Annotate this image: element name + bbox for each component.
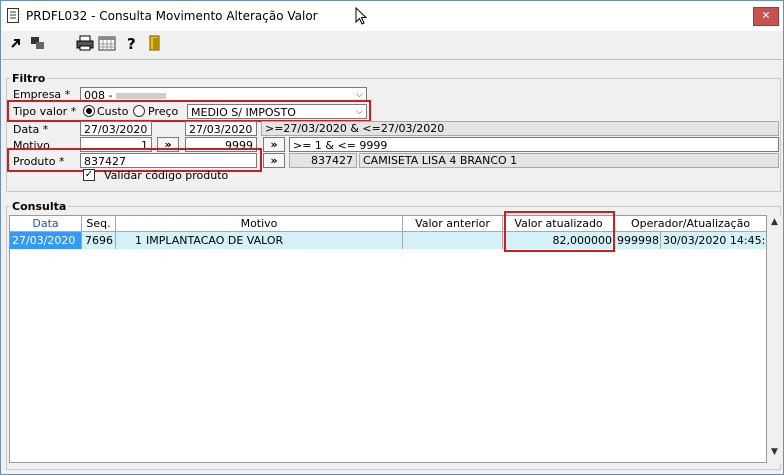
radio-custo-label: Custo bbox=[97, 105, 129, 118]
col-header-motivo[interactable]: Motivo bbox=[116, 216, 403, 232]
data-label: Data * bbox=[13, 123, 49, 136]
cell-valor-atualizado[interactable]: 82,000000 bbox=[503, 232, 615, 249]
data-from-input[interactable]: 27/03/2020 bbox=[80, 121, 152, 136]
produto-label: Produto * bbox=[13, 155, 65, 168]
filtro-group-label: Filtro bbox=[10, 72, 48, 85]
toolbar-separator bbox=[2, 59, 782, 60]
window-title: PRDFL032 - Consulta Movimento Alteração … bbox=[26, 9, 318, 23]
radio-preco-label: Preço bbox=[148, 105, 179, 118]
app-window: PRDFL032 - Consulta Movimento Alteração … bbox=[0, 0, 784, 475]
validar-label: Validar código produto bbox=[104, 169, 229, 182]
print-icon[interactable] bbox=[76, 34, 94, 52]
produto-lookup-button[interactable]: » bbox=[263, 153, 285, 168]
data-expression: >=27/03/2020 & <=27/03/2020 bbox=[261, 121, 779, 136]
col-header-operador[interactable]: Operador/Atualização bbox=[615, 216, 766, 232]
empresa-value: 008 - bbox=[84, 89, 116, 102]
cell-atualizacao[interactable]: 30/03/2020 14:45:09 bbox=[661, 232, 766, 249]
cell-operador[interactable]: 999998 bbox=[615, 232, 661, 249]
consulta-group-label: Consulta bbox=[10, 200, 69, 213]
radio-custo[interactable] bbox=[83, 105, 95, 117]
col-header-seq[interactable]: Seq. bbox=[82, 216, 116, 232]
validar-checkbox[interactable]: ✓ bbox=[83, 169, 95, 181]
radio-preco[interactable] bbox=[133, 105, 145, 117]
metodo-select[interactable]: MEDIO S/ IMPOSTO bbox=[187, 104, 367, 119]
toolbar: ? bbox=[1, 31, 783, 55]
help-icon[interactable]: ? bbox=[122, 34, 140, 52]
close-button[interactable]: ✕ bbox=[753, 7, 779, 26]
vertical-scrollbar[interactable]: ▲ ▼ bbox=[767, 215, 783, 463]
mouse-cursor-icon bbox=[355, 7, 367, 25]
col-header-valor-atualizado[interactable]: Valor atualizado bbox=[503, 216, 615, 232]
cell-seq[interactable]: 7696 bbox=[82, 232, 116, 249]
col-header-valor-anterior[interactable]: Valor anterior bbox=[403, 216, 503, 232]
motivo-expression: >= 1 & <= 9999 bbox=[289, 137, 779, 152]
cell-motivo-id[interactable]: 1 bbox=[116, 232, 144, 249]
motivo-to-lookup-button[interactable]: » bbox=[263, 137, 285, 152]
motivo-to-input[interactable]: 9999 bbox=[185, 137, 257, 152]
cell-data[interactable]: 27/03/2020 bbox=[10, 232, 82, 249]
produto-description: CAMISETA LISA 4 BRANCO 1 bbox=[359, 153, 779, 168]
motivo-label: Motivo bbox=[13, 139, 50, 152]
empresa-select[interactable]: 008 - bbox=[80, 87, 367, 102]
cell-valor-anterior[interactable] bbox=[403, 232, 503, 249]
produto-code: 837427 bbox=[289, 153, 357, 168]
motivo-from-input[interactable]: 1 bbox=[80, 137, 152, 152]
export-arrow-icon[interactable] bbox=[8, 34, 26, 52]
svg-text:?: ? bbox=[127, 35, 136, 52]
redacted-text bbox=[115, 93, 166, 99]
calendar-icon[interactable] bbox=[98, 34, 116, 52]
scroll-up-icon[interactable]: ▲ bbox=[771, 217, 778, 227]
col-header-data[interactable]: Data bbox=[10, 216, 82, 232]
chevron-down-icon[interactable]: ⌵ bbox=[356, 107, 363, 117]
exit-door-icon[interactable] bbox=[146, 34, 164, 52]
chevron-down-icon[interactable]: ⌵ bbox=[356, 90, 363, 100]
app-icon bbox=[7, 8, 19, 23]
produto-input[interactable]: 837427 bbox=[80, 153, 257, 168]
tipo-valor-label: Tipo valor * bbox=[13, 105, 77, 118]
motivo-lookup-button[interactable]: » bbox=[157, 137, 179, 152]
scroll-down-icon[interactable]: ▼ bbox=[771, 447, 778, 457]
cell-motivo[interactable]: IMPLANTACAO DE VALOR bbox=[144, 232, 403, 249]
data-to-input[interactable]: 27/03/2020 bbox=[185, 121, 257, 136]
title-bar: PRDFL032 - Consulta Movimento Alteração … bbox=[1, 1, 783, 31]
empresa-label: Empresa * bbox=[13, 88, 71, 101]
results-table[interactable]: Data Seq. Motivo Valor anterior Valor at… bbox=[9, 215, 767, 463]
windows-icon[interactable] bbox=[29, 34, 47, 52]
